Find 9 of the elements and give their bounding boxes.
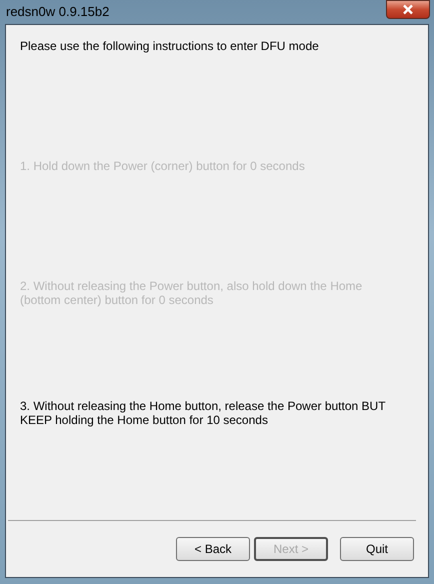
instruction-step: 3. Without releasing the Home button, release the Power button BUT KEEP holding the Home button for 10 seconds [20, 399, 390, 427]
instruction-step: 2. Without releasing the Power button, also hold down the Home (bottom center) button for 0 seconds [20, 279, 390, 307]
close-button[interactable] [386, 0, 430, 19]
wizard-button[interactable]: Quit [340, 537, 414, 561]
wizard-button[interactable]: < Back [176, 537, 250, 561]
instruction-step: 1. Hold down the Power (corner) button for 0 seconds [20, 159, 390, 173]
instruction-heading: Please use the following instructions to enter DFU mode [20, 39, 320, 53]
close-icon [402, 4, 414, 15]
window-title: redsn0w 0.9.15b2 [6, 3, 110, 22]
